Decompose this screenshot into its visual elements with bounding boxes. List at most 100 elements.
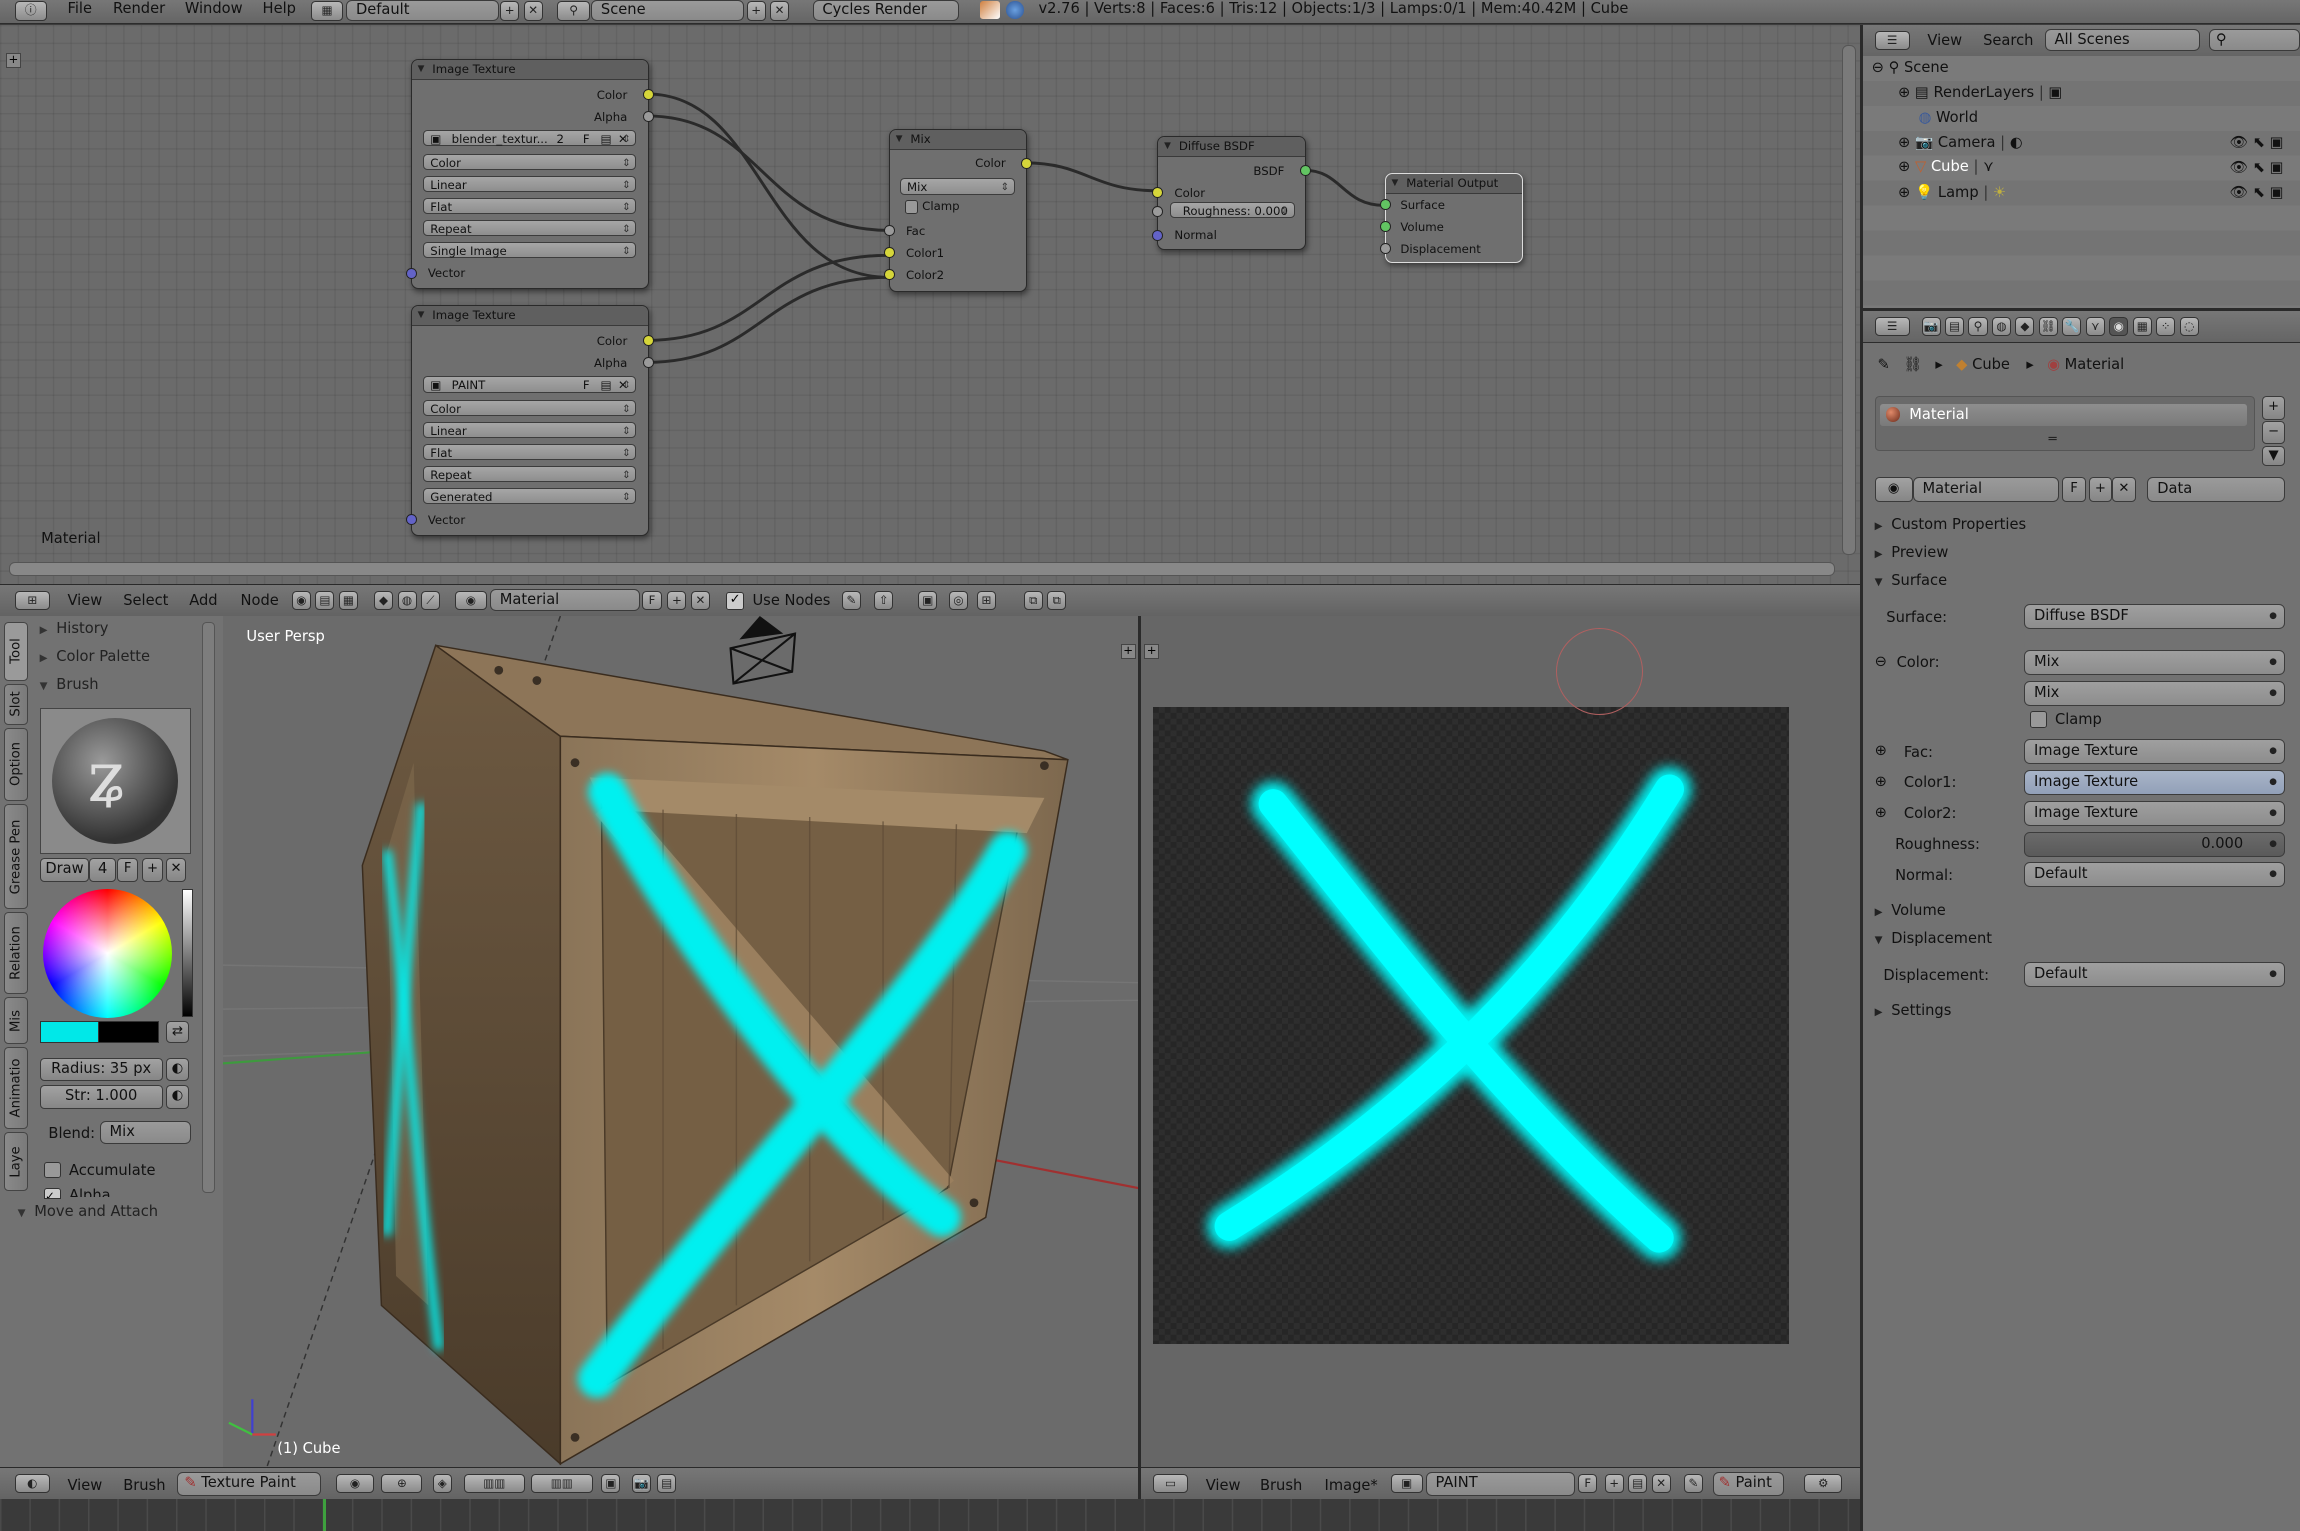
node-header[interactable]: Image Texture [411, 59, 648, 80]
material-tab-icon[interactable]: ◉ [2109, 316, 2129, 336]
output-socket-color[interactable] [642, 88, 654, 100]
input-socket-normal[interactable] [1152, 229, 1164, 241]
tab-animation[interactable]: Animatio [4, 1047, 28, 1130]
display-channels-icon[interactable]: ⚙ [1804, 1473, 1843, 1493]
normal-input-field[interactable]: Default [2024, 862, 2286, 888]
strength-pressure-icon[interactable]: ◐ [165, 1085, 190, 1109]
outliner-row-world[interactable]: ◍ World [1919, 109, 1978, 126]
remove-slot-button[interactable]: − [2261, 420, 2286, 445]
color-collapse-icon[interactable]: ⊖ [1875, 653, 1887, 670]
uv-image-editor[interactable]: + [1141, 616, 1860, 1467]
brush-fake-user[interactable]: F [117, 858, 138, 882]
world-tab-icon[interactable]: ◍ [1991, 316, 2011, 336]
tab-layers[interactable]: Laye [4, 1132, 28, 1192]
texture-nodes-icon[interactable]: ▦ [338, 590, 358, 610]
node-header[interactable]: Image Texture [411, 306, 648, 327]
vertical-scrollbar[interactable] [1842, 45, 1857, 555]
radius-slider[interactable]: Radius: 35 px [39, 1057, 163, 1082]
displacement-input-field[interactable]: Default [2024, 962, 2286, 988]
menu-add[interactable]: Add [189, 592, 217, 609]
region-toggle-icon[interactable]: + [5, 53, 22, 68]
outliner-row-camera[interactable]: ⊕ 📷 Camera | ◐ [1898, 133, 2023, 151]
source-select[interactable]: Single Image [423, 241, 637, 259]
screen-layout-field[interactable]: Default [346, 0, 499, 21]
editor-type-icon[interactable]: ◐ [14, 1473, 50, 1493]
brush-unlink-icon[interactable]: ✕ [165, 858, 187, 882]
menu-search[interactable]: Search [1983, 32, 2033, 49]
primary-color-swatch[interactable] [39, 1020, 101, 1044]
panel-history[interactable]: History [40, 620, 108, 637]
panel-displacement[interactable]: Displacement [1875, 930, 1992, 947]
paint-canvas[interactable] [1152, 706, 1790, 1344]
shading-select-icon[interactable]: ◉ [335, 1473, 375, 1493]
input-socket-displacement[interactable] [1379, 243, 1391, 254]
color1-expand-icon[interactable]: ⊕ [1875, 773, 1887, 790]
panel-color-palette[interactable]: Color Palette [40, 648, 150, 665]
snap-target-icon[interactable]: ⊞ [976, 590, 996, 610]
fac-input-field[interactable]: Image Texture [2024, 739, 2286, 765]
outliner-row-cube[interactable]: ⊕ ▽ Cube | ⋎ [1898, 158, 1994, 175]
camera-visibility-icons[interactable]: 👁 ⬉ ▣ [2230, 133, 2284, 151]
new-image-icon[interactable]: + [1604, 1473, 1624, 1493]
menu-file[interactable]: File [67, 0, 92, 17]
color2-input-field[interactable]: Image Texture [2024, 800, 2286, 826]
editor-type-icon[interactable]: ▭ [1152, 1473, 1189, 1493]
panel-volume[interactable]: Volume [1875, 902, 1946, 919]
scene-tab-icon[interactable]: ⚲ [1968, 316, 1988, 336]
link-select[interactable]: Data [2147, 476, 2286, 502]
material-name-field[interactable]: Material [489, 589, 640, 612]
roughness-slider[interactable]: Roughness: 0.000 [1170, 201, 1295, 219]
material-new-button[interactable]: + [2088, 476, 2113, 502]
image-texture-node-2[interactable]: Image Texture Color Alpha ▣ PAINT F ▤ ✕ … [405, 305, 654, 536]
source-select[interactable]: Generated [423, 487, 637, 505]
menu-select[interactable]: Select [123, 592, 168, 609]
list-resize-handle[interactable]: ═ [2049, 432, 2057, 447]
roughness-slider[interactable]: 0.000 [2024, 831, 2286, 857]
brush-add-icon[interactable]: + [142, 858, 163, 882]
remove-scene-icon[interactable]: ✕ [770, 1, 790, 21]
color-input-field[interactable]: Mix [2024, 649, 2286, 675]
image-browse-icon[interactable]: ▣ [1390, 1473, 1423, 1493]
lamp-visibility-icons[interactable]: 👁 ⬉ ▣ [2230, 183, 2284, 201]
unlink-image-icon[interactable]: ✕ [618, 131, 628, 147]
tab-option[interactable]: Option [4, 727, 28, 801]
menu-view[interactable]: View [1927, 32, 1962, 49]
mode-select[interactable]: ✎ Texture Paint [177, 1472, 322, 1496]
render-anim-icon[interactable]: ▤ [657, 1473, 677, 1493]
scene-icon[interactable]: ⚲ [557, 1, 590, 21]
image-name-field[interactable]: PAINT [1425, 1472, 1576, 1496]
breadcrumb-material[interactable]: Material [2065, 356, 2125, 373]
material-browse-icon[interactable]: ◉ [454, 590, 487, 610]
panel-brush[interactable]: Brush [40, 676, 98, 693]
input-socket-volume[interactable] [1379, 221, 1391, 232]
panel-move-attach[interactable]: Move and Attach [18, 1203, 158, 1220]
shader-nodes-icon[interactable]: ◉ [291, 590, 311, 610]
paste-nodes-icon[interactable]: ⧉ [1047, 590, 1067, 610]
particles-tab-icon[interactable]: ⁘ [2156, 316, 2176, 336]
composite-nodes-icon[interactable]: ▤ [315, 590, 335, 610]
diffuse-bsdf-node[interactable]: Diffuse BSDF BSDF Color Roughness: 0.000… [1152, 136, 1311, 250]
material-fake-user[interactable]: F [2062, 476, 2086, 502]
pin-icon[interactable]: ✎ [1878, 356, 1890, 373]
mix-node[interactable]: Mix Color Mix Clamp Fac Color1 Color2 [884, 129, 1033, 293]
new-material-icon[interactable]: + [667, 590, 687, 610]
menu-help[interactable]: Help [263, 0, 296, 17]
backdrop-icon[interactable]: ▣ [918, 590, 938, 610]
brush-preview[interactable]: ʑ [39, 708, 192, 855]
output-socket-color[interactable] [1021, 157, 1033, 169]
value-slider[interactable] [181, 888, 193, 1017]
outliner-row-scene[interactable]: ⊖ ⚲ Scene [1872, 59, 1949, 76]
strength-slider[interactable]: Str: 1.000 [39, 1085, 163, 1109]
projection-select[interactable]: Flat [423, 443, 637, 461]
menu-brush[interactable]: Brush [123, 1477, 165, 1494]
add-slot-button[interactable]: + [2261, 396, 2286, 420]
tab-misc[interactable]: Mis [4, 997, 28, 1045]
texture-mask-icon[interactable]: ▣ [601, 1473, 621, 1493]
open-image-icon[interactable]: ▤ [1628, 1473, 1648, 1493]
menu-image[interactable]: Image* [1325, 1477, 1378, 1494]
extension-select[interactable]: Repeat [423, 465, 637, 483]
3d-viewport[interactable]: User Persp (1) Cube + [222, 616, 1139, 1467]
input-socket-color1[interactable] [884, 247, 895, 259]
constraints-tab-icon[interactable]: ⛓ [2038, 316, 2058, 336]
tab-grease-pencil[interactable]: Grease Pen [4, 803, 28, 910]
